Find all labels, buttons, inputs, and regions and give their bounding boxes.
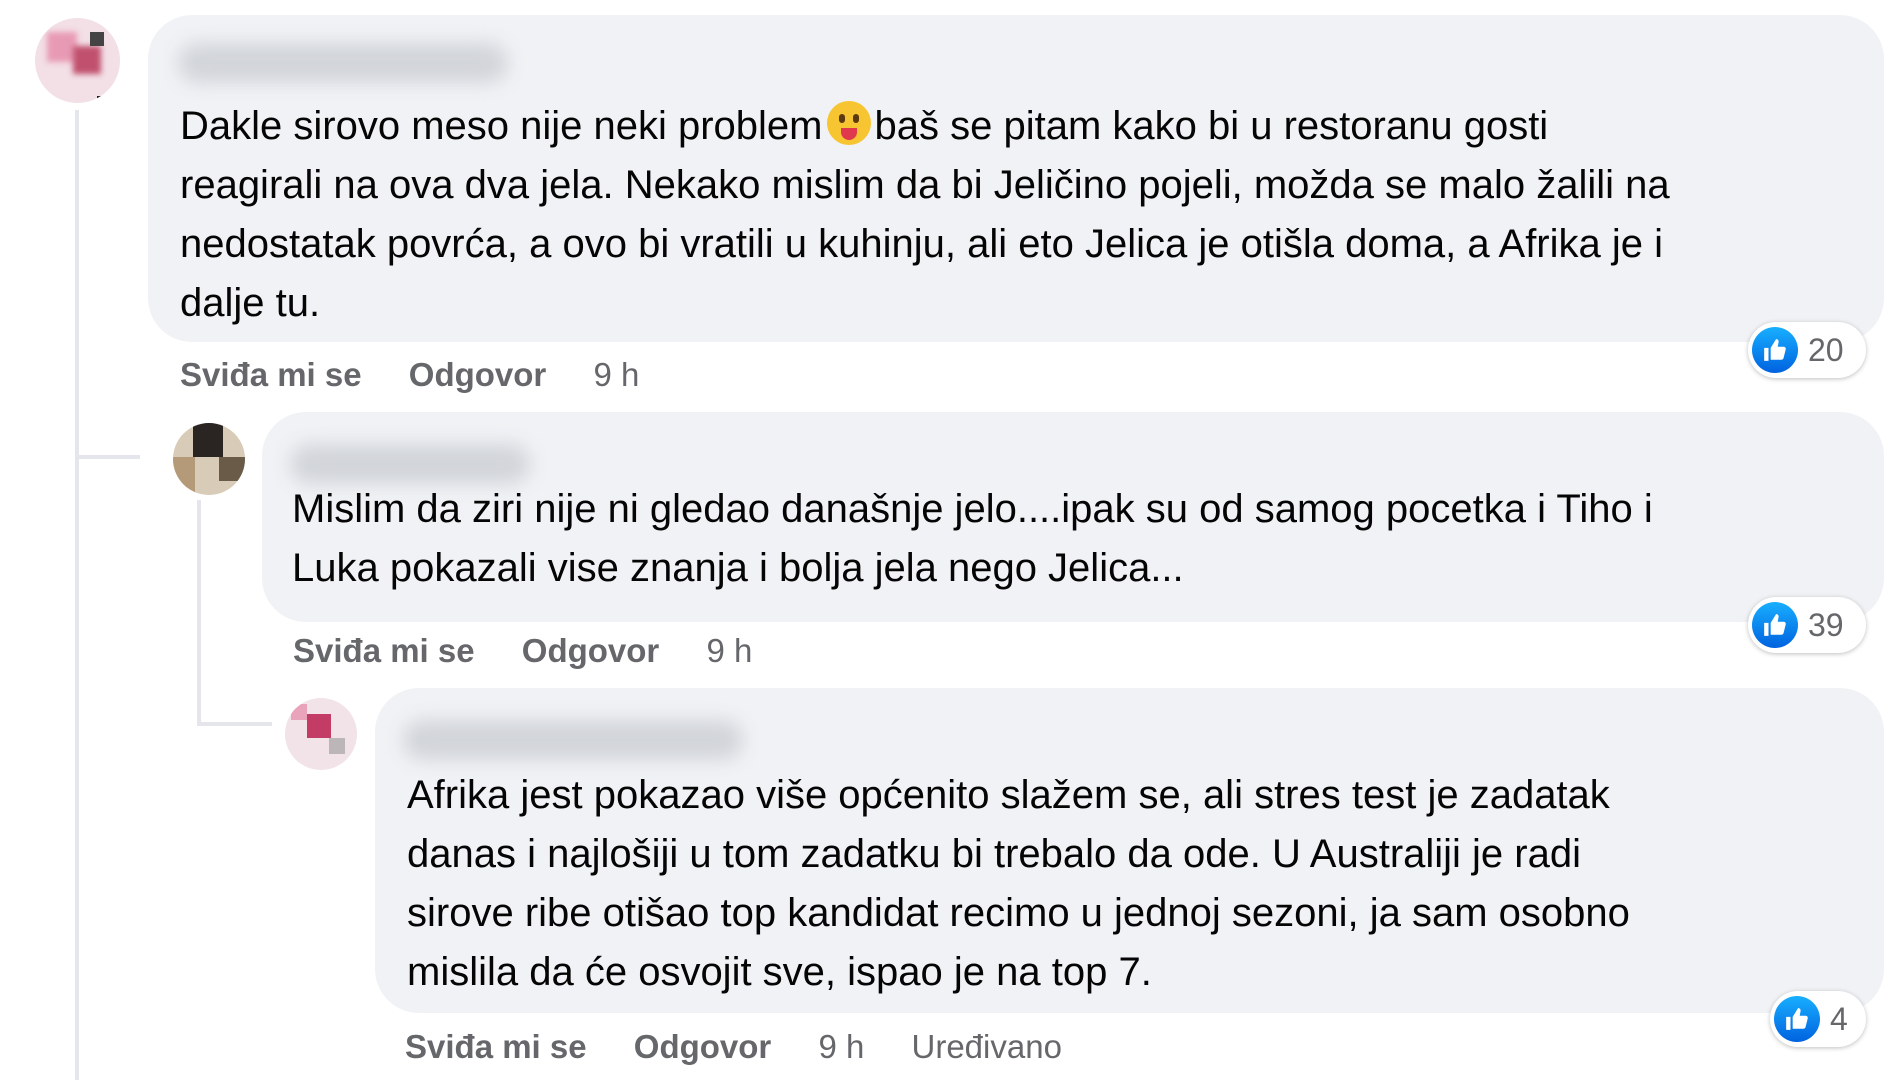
comment-text-line: Dakle sirovo meso nije neki problem (180, 104, 823, 148)
reply-button[interactable]: Odgovor (522, 632, 660, 669)
reaction-count: 20 (1808, 331, 1844, 368)
comment-text-line: mislila da će osvojit sve, ispao je na t… (407, 950, 1152, 994)
comment-text-line: nedostatak povrća, a ovo bi vratili u ku… (180, 222, 1664, 266)
reply-button[interactable]: Odgovor (634, 1028, 772, 1065)
comment-actions: Sviđa mi se Odgovor 9 h Uređivano (405, 1028, 1100, 1066)
avatar[interactable] (35, 18, 120, 103)
timestamp[interactable]: 9 h (818, 1028, 864, 1065)
thread-line-main (75, 110, 79, 1080)
comment-text: Mislim da ziri nije ni gledao današnje j… (292, 480, 1653, 598)
like-icon (1774, 996, 1820, 1042)
comment-text-line: reagirali na ova dva jela. Nekako mislim… (180, 163, 1670, 207)
comment-actions: Sviđa mi se Odgovor 9 h (293, 632, 790, 670)
thread-line-reply-1 (197, 500, 201, 725)
timestamp[interactable]: 9 h (593, 356, 639, 393)
like-icon (1752, 602, 1798, 648)
author-name-blurred[interactable] (403, 720, 743, 760)
like-button[interactable]: Sviđa mi se (293, 632, 475, 669)
comment-text-line: sirove ribe otišao top kandidat recimo u… (407, 891, 1630, 935)
reaction-summary[interactable]: 4 (1770, 991, 1866, 1047)
comment-text-line: danas i najlošiji u tom zadatku bi treba… (407, 832, 1581, 876)
like-button[interactable]: Sviđa mi se (180, 356, 362, 393)
comment-bubble: Afrika jest pokazao više općenito slažem… (375, 688, 1884, 1013)
like-icon (1752, 327, 1798, 373)
timestamp[interactable]: 9 h (706, 632, 752, 669)
reply-button[interactable]: Odgovor (409, 356, 547, 393)
comment-text: Dakle sirovo meso nije neki problem baš s… (180, 97, 1670, 333)
like-button[interactable]: Sviđa mi se (405, 1028, 587, 1065)
reaction-count: 4 (1830, 1000, 1848, 1037)
comment-text-line: dalje tu. (180, 281, 321, 325)
avatar[interactable] (173, 423, 245, 495)
reaction-summary[interactable]: 39 (1748, 597, 1866, 653)
comment-text-line: Afrika jest pokazao više općenito slažem… (407, 773, 1610, 817)
comment-bubble: Dakle sirovo meso nije neki problem baš s… (148, 15, 1884, 342)
avatar[interactable] (285, 698, 357, 770)
tongue-out-emoji-icon (826, 101, 871, 145)
reaction-count: 39 (1808, 606, 1844, 643)
comment-bubble: Mislim da ziri nije ni gledao današnje j… (262, 412, 1884, 622)
comment-text-line: Mislim da ziri nije ni gledao današnje j… (292, 487, 1653, 531)
comment-text: Afrika jest pokazao više općenito slažem… (407, 766, 1630, 1002)
author-name-blurred[interactable] (290, 444, 530, 484)
comment-text-line: baš se pitam kako bi u restoranu gosti (874, 104, 1549, 148)
comment-text-line: Luka pokazali vise znanja i bolja jela n… (292, 546, 1184, 590)
edited-label[interactable]: Uređivano (912, 1028, 1062, 1065)
thread-connector-reply-2 (197, 722, 272, 726)
reaction-summary[interactable]: 20 (1748, 322, 1866, 378)
comment-actions: Sviđa mi se Odgovor 9 h (180, 356, 677, 394)
author-name-blurred[interactable] (178, 43, 508, 83)
thread-connector-reply-1 (75, 455, 140, 459)
